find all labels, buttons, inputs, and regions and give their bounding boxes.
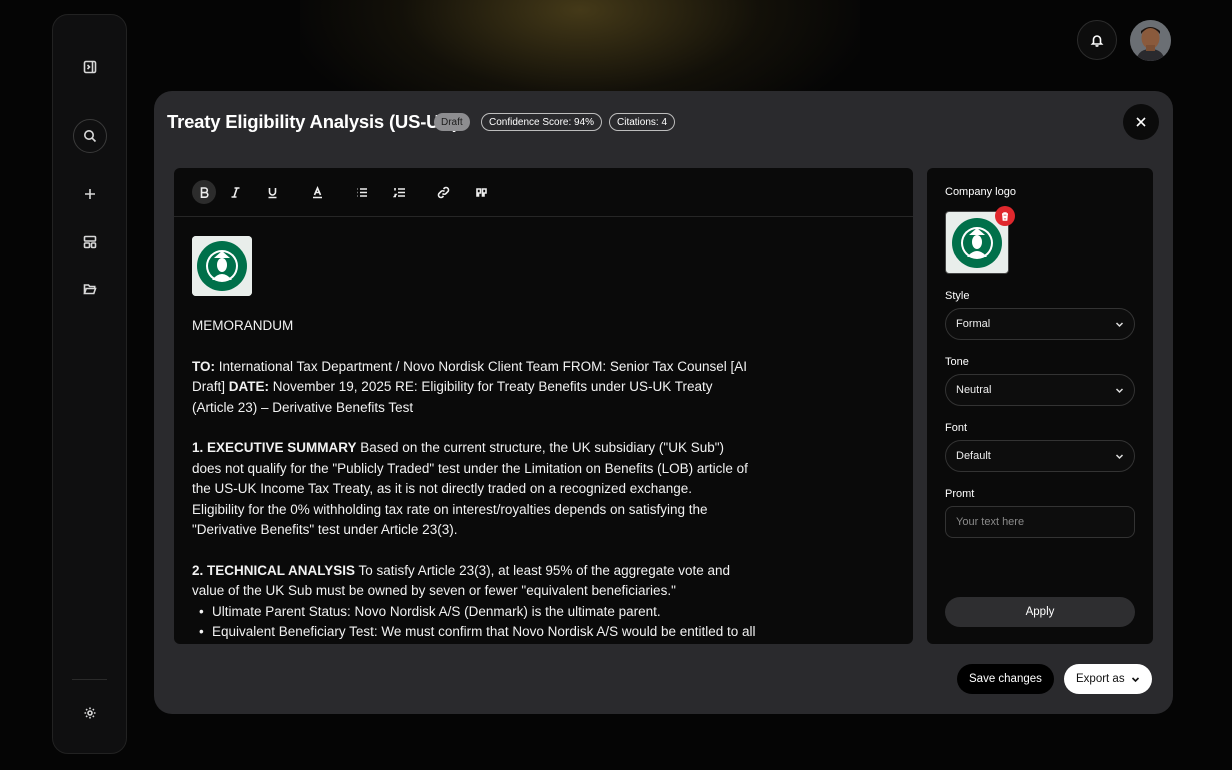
underline-button[interactable] [260, 180, 284, 204]
close-button[interactable] [1123, 104, 1159, 140]
bell-icon [1090, 35, 1104, 47]
editor-toolbar [174, 168, 913, 217]
numbered-list-icon [392, 187, 405, 197]
section-1-title: 1. EXECUTIVE SUMMARY [192, 440, 357, 455]
tone-value: Neutral [956, 384, 992, 396]
date-label: DATE: [228, 379, 270, 394]
underline-icon [268, 187, 276, 198]
search-button[interactable] [72, 119, 107, 153]
section-1-text-2: Eligibility for the 0% withholding tax r… [192, 501, 708, 538]
expand-sidebar-button[interactable] [73, 50, 107, 84]
tone-label: Tone [945, 356, 969, 368]
settings-panel: Company logo Style Formal Tone Neutral F… [927, 168, 1153, 644]
bold-icon [200, 186, 209, 198]
modal-title: Treaty Eligibility Analysis (US-UK) [167, 111, 459, 132]
bullet-list-button[interactable] [349, 180, 373, 204]
chevron-down-icon [1115, 321, 1124, 327]
trash-icon [1002, 212, 1008, 221]
company-logo-label: Company logo [945, 186, 1016, 198]
memo-heading: MEMORANDUM [192, 318, 294, 333]
templates-button[interactable] [73, 225, 107, 259]
section-2-title: 2. TECHNICAL ANALYSIS [192, 562, 356, 578]
style-value: Formal [956, 318, 991, 330]
font-select[interactable]: Default [945, 440, 1135, 472]
notifications-button[interactable] [1077, 20, 1117, 60]
list-item: Equivalent Beneficiary Test: We must con… [192, 622, 756, 643]
layout-icon [83, 235, 96, 249]
new-item-button[interactable] [73, 177, 107, 211]
status-badge: Draft [434, 113, 470, 131]
quote-button[interactable] [469, 180, 493, 204]
search-icon [83, 130, 96, 143]
close-icon [1136, 117, 1146, 127]
style-label: Style [945, 290, 970, 302]
avatar-image [1130, 20, 1171, 61]
save-changes-button[interactable]: Save changes [957, 664, 1054, 694]
document-content[interactable]: MEMORANDUM TO: International Tax Departm… [192, 236, 756, 643]
style-select[interactable]: Formal [945, 308, 1135, 340]
user-avatar[interactable] [1130, 20, 1171, 61]
document-modal: Treaty Eligibility Analysis (US-UK) Draf… [154, 91, 1173, 714]
link-button[interactable] [431, 180, 455, 204]
rich-text-editor: MEMORANDUM TO: International Tax Departm… [174, 168, 913, 644]
company-logo-image [192, 236, 252, 296]
folders-button[interactable] [73, 272, 107, 306]
link-icon [437, 186, 449, 198]
section-2: 2. TECHNICAL ANALYSIS To satisfy Article… [192, 561, 752, 602]
numbered-list-button[interactable] [387, 180, 411, 204]
prompt-label: Promt [945, 488, 975, 500]
confidence-badge: Confidence Score: 94% [481, 113, 603, 131]
quote-icon [475, 187, 487, 197]
list-item: Ultimate Parent Status: Novo Nordisk A/S… [192, 602, 752, 623]
citations-badge: Citations: 4 [609, 113, 676, 131]
sidebar-toggle-icon [83, 60, 96, 74]
italic-icon [231, 186, 239, 198]
delete-logo-button[interactable] [995, 206, 1015, 226]
document-logo [192, 236, 252, 296]
memo-header: TO: International Tax Department / Novo … [192, 357, 752, 419]
apply-button[interactable]: Apply [945, 597, 1135, 627]
text-color-button[interactable] [305, 180, 329, 204]
sidebar [52, 14, 127, 754]
gear-icon [84, 707, 95, 719]
chevron-down-icon [1131, 676, 1139, 682]
to-label: TO: [192, 358, 215, 374]
italic-button[interactable] [223, 180, 247, 204]
folder-open-icon [82, 284, 97, 295]
prompt-input[interactable] [945, 506, 1135, 538]
text-color-icon [312, 185, 322, 198]
date-text: November 19, 2025 RE: Eligibility for Tr… [192, 379, 713, 415]
section-2-bullets: Ultimate Parent Status: Novo Nordisk A/S… [192, 602, 756, 643]
chevron-down-icon [1115, 387, 1124, 393]
section-1: 1. EXECUTIVE SUMMARY Based on the curren… [192, 438, 752, 500]
bullet-list-icon [356, 187, 367, 197]
plus-icon [84, 189, 95, 199]
export-label: Export as [1076, 673, 1125, 685]
font-label: Font [945, 422, 968, 434]
font-value: Default [956, 450, 991, 462]
tone-select[interactable]: Neutral [945, 374, 1135, 406]
settings-button[interactable] [73, 696, 107, 730]
export-button[interactable]: Export as [1064, 664, 1152, 694]
chevron-down-icon [1115, 453, 1124, 459]
bold-button[interactable] [192, 180, 216, 204]
sidebar-divider [72, 679, 107, 680]
